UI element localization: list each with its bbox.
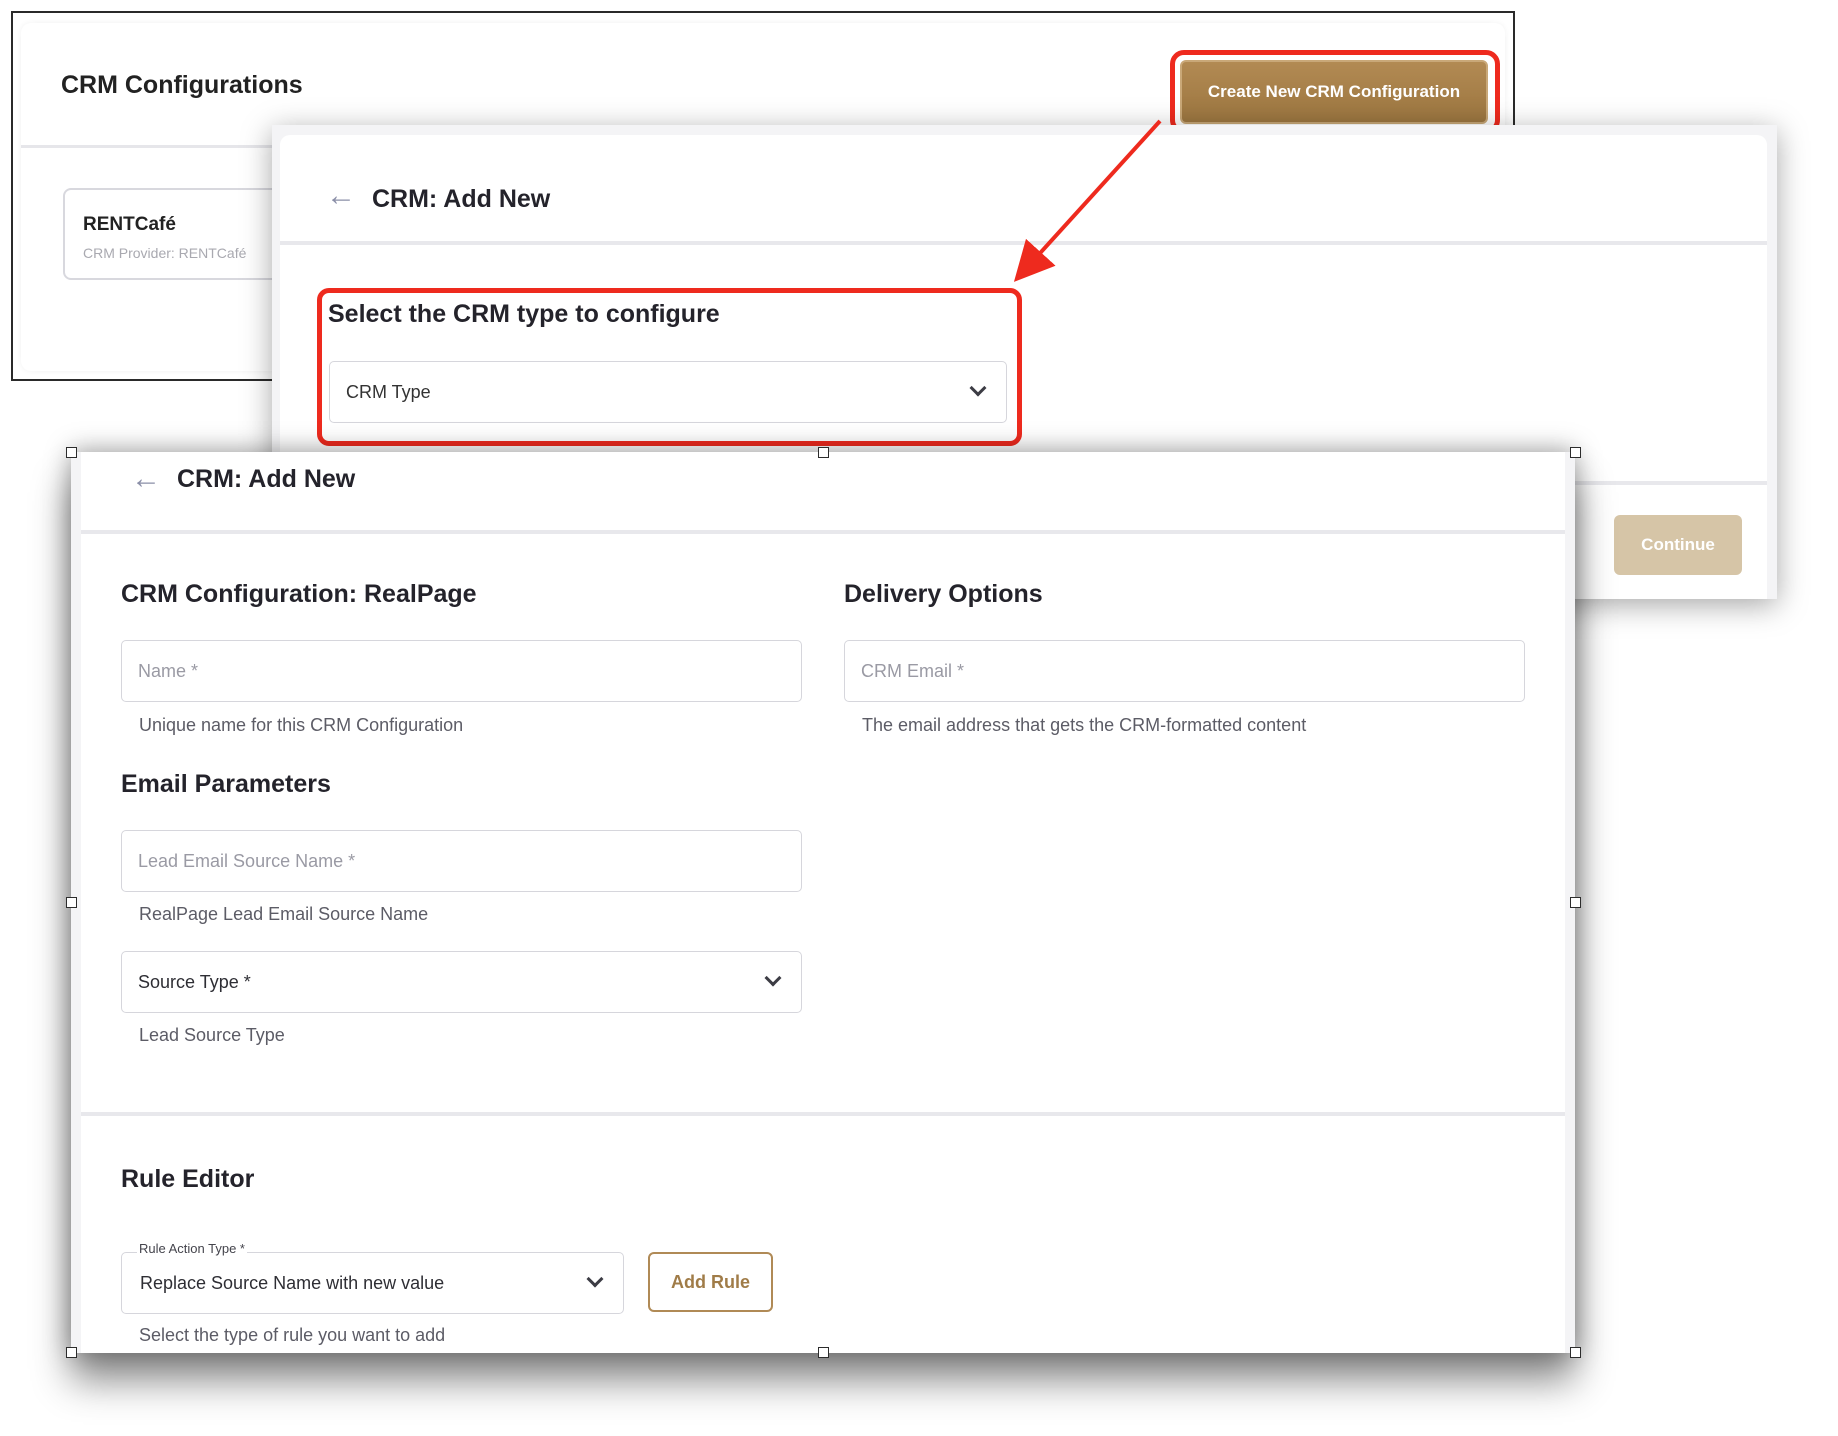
source-type-label: Source Type * (138, 972, 251, 992)
lead-source-name-field[interactable]: Lead Email Source Name * (121, 830, 802, 892)
lead-source-placeholder: Lead Email Source Name * (138, 851, 356, 871)
lead-source-helper: RealPage Lead Email Source Name (139, 904, 429, 924)
config-section-title: CRM Configuration: RealPage (121, 580, 477, 608)
rule-action-value: Replace Source Name with new value (140, 1273, 445, 1293)
chevron-down-icon (969, 379, 987, 397)
page-title: CRM Configurations (61, 71, 303, 99)
name-helper: Unique name for this CRM Configuration (139, 715, 464, 735)
divider (81, 1112, 1565, 1116)
crm-email-placeholder: CRM Email * (861, 661, 965, 681)
rule-action-type-select[interactable]: Replace Source Name with new value (121, 1252, 624, 1314)
resize-handle[interactable] (66, 1347, 77, 1358)
resize-handle[interactable] (66, 447, 77, 458)
crm-config-name: RENTCafé (83, 214, 176, 235)
crm-config-provider: CRM Provider: RENTCafé (83, 245, 247, 261)
name-placeholder: Name * (138, 661, 199, 681)
resize-handle[interactable] (1570, 897, 1581, 908)
page-title: CRM: Add New (177, 465, 356, 493)
crm-type-heading: Select the CRM type to configure (328, 300, 720, 328)
crm-type-placeholder: CRM Type (346, 382, 431, 402)
delivery-section-title: Delivery Options (844, 580, 1043, 608)
rule-action-label: Rule Action Type * (137, 1241, 247, 1256)
create-crm-configuration-button[interactable]: Create New CRM Configuration (1180, 60, 1488, 124)
crm-realpage-form-card: ← CRM: Add New CRM Configuration: RealPa… (81, 452, 1565, 1353)
add-rule-button[interactable]: Add Rule (648, 1252, 773, 1312)
crm-realpage-form-window: ← CRM: Add New CRM Configuration: RealPa… (71, 452, 1575, 1353)
continue-button[interactable]: Continue (1614, 515, 1742, 575)
resize-handle[interactable] (1570, 447, 1581, 458)
name-field[interactable]: Name * (121, 640, 802, 702)
page-title: CRM: Add New (372, 185, 551, 213)
divider (280, 241, 1767, 245)
rule-editor-title: Rule Editor (121, 1165, 255, 1193)
back-arrow-icon[interactable]: ← (326, 181, 356, 211)
resize-handle[interactable] (1570, 1347, 1581, 1358)
chevron-down-icon (586, 1270, 604, 1288)
source-type-helper: Lead Source Type (139, 1025, 285, 1045)
back-arrow-icon[interactable]: ← (131, 464, 161, 494)
source-type-select[interactable]: Source Type * (121, 951, 802, 1013)
crm-email-helper: The email address that gets the CRM-form… (862, 715, 1307, 735)
crm-email-field[interactable]: CRM Email * (844, 640, 1525, 702)
rule-action-helper: Select the type of rule you want to add (139, 1325, 446, 1345)
email-params-title: Email Parameters (121, 770, 331, 798)
crm-type-select[interactable]: CRM Type (329, 361, 1007, 423)
resize-handle[interactable] (818, 1347, 829, 1358)
divider (81, 530, 1565, 534)
resize-handle[interactable] (66, 897, 77, 908)
chevron-down-icon (764, 969, 782, 987)
resize-handle[interactable] (818, 447, 829, 458)
